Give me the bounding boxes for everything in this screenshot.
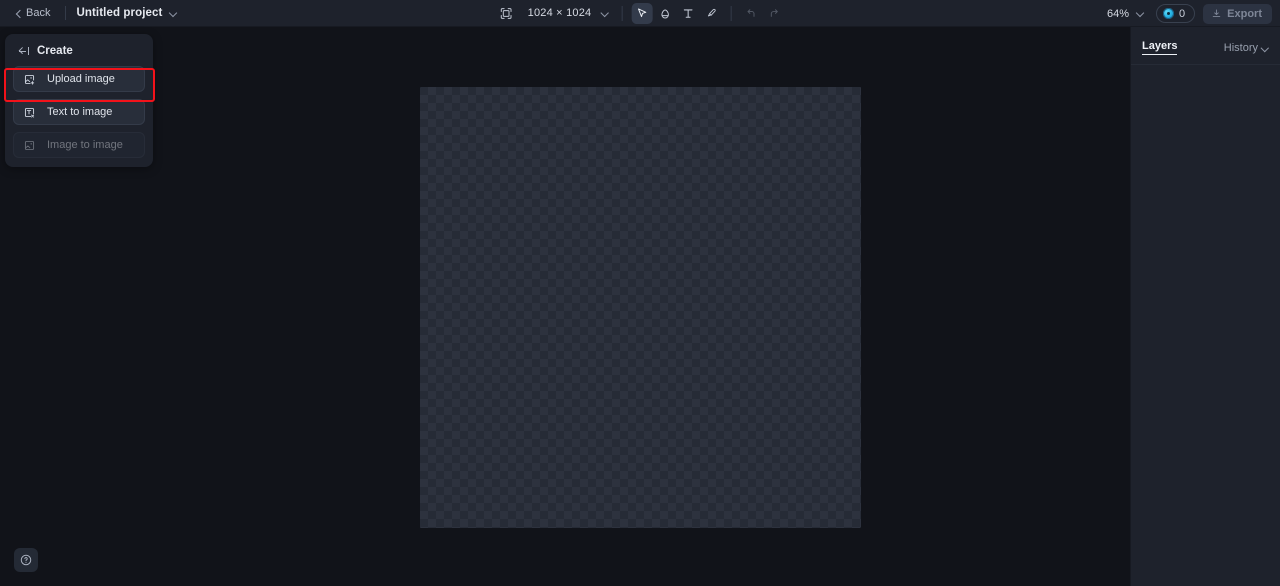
- top-toolbar: Back Untitled project 1024 × 1024 64% 0 …: [0, 0, 1280, 27]
- redo-arrow-icon: [767, 7, 780, 20]
- download-icon: [1211, 8, 1222, 19]
- toolbar-right-group: 64% 0 Export: [1104, 0, 1272, 27]
- canvas-size-chevron-down-icon: [600, 9, 609, 18]
- export-button[interactable]: Export: [1203, 3, 1272, 24]
- text-to-image-icon: [23, 106, 36, 119]
- canvas-size-selector[interactable]: 1024 × 1024: [519, 5, 613, 21]
- create-panel-title: Create: [37, 45, 73, 57]
- cursor-arrow-icon: [635, 7, 648, 20]
- transparent-artboard[interactable]: [420, 87, 861, 528]
- canvas-size-label: 1024 × 1024: [527, 7, 592, 19]
- toolbar-left-group: Back Untitled project: [0, 4, 178, 22]
- toolbar-divider: [730, 5, 732, 21]
- eraser-icon: [658, 7, 671, 20]
- history-chevron-down-icon: [1261, 44, 1269, 52]
- toolbar-divider: [621, 5, 623, 21]
- select-tool-button[interactable]: [631, 2, 653, 24]
- create-item-text-to-image[interactable]: Text to image: [13, 99, 145, 125]
- toolbar-divider: [65, 6, 67, 20]
- chevron-left-icon: [15, 10, 22, 17]
- back-button-label: Back: [26, 7, 51, 19]
- right-panel: Layers History: [1130, 27, 1280, 586]
- artboard-frame-button[interactable]: [496, 3, 517, 24]
- canvas-area[interactable]: [153, 27, 1130, 586]
- project-title: Untitled project: [76, 7, 163, 19]
- help-circle-icon: [19, 553, 33, 567]
- text-t-icon: [681, 7, 694, 20]
- export-button-label: Export: [1227, 7, 1262, 20]
- image-upload-icon: [23, 73, 36, 86]
- create-item-image-to-image[interactable]: Image to image: [13, 132, 145, 158]
- collapse-panel-icon[interactable]: [18, 46, 30, 57]
- create-panel: Create Upload image Text to image Image …: [5, 34, 153, 167]
- back-button[interactable]: Back: [10, 4, 55, 22]
- image-to-image-icon: [23, 139, 36, 152]
- tab-history[interactable]: History: [1224, 42, 1269, 54]
- create-item-upload-image[interactable]: Upload image: [13, 66, 145, 92]
- text-tool-button[interactable]: [677, 3, 698, 24]
- create-item-label: Upload image: [47, 73, 115, 85]
- create-item-label: Image to image: [47, 139, 123, 151]
- paint-brush-icon: [704, 7, 717, 20]
- tab-layers[interactable]: Layers: [1142, 40, 1178, 55]
- right-panel-tabs: Layers History: [1131, 27, 1280, 65]
- credit-token-icon: [1163, 8, 1175, 19]
- help-button[interactable]: [14, 548, 38, 572]
- undo-button[interactable]: [740, 3, 761, 24]
- brush-tool-button[interactable]: [700, 3, 721, 24]
- image-editor-app: Back Untitled project 1024 × 1024 64% 0 …: [0, 0, 1280, 586]
- credits-badge[interactable]: 0: [1156, 4, 1196, 23]
- project-menu-chevron-down-icon[interactable]: [169, 9, 178, 18]
- undo-arrow-icon: [744, 7, 757, 20]
- collapse-arrow-glyph: [18, 47, 25, 54]
- toolbar-center-group: 1024 × 1024: [496, 0, 785, 27]
- create-item-label: Text to image: [47, 106, 113, 118]
- zoom-chevron-down-icon: [1136, 9, 1145, 18]
- zoom-level-label: 64%: [1107, 7, 1130, 20]
- tab-history-label: History: [1223, 41, 1258, 54]
- zoom-selector[interactable]: 64%: [1104, 6, 1148, 22]
- create-panel-header: Create: [13, 42, 145, 66]
- artboard-frame-icon: [500, 7, 513, 20]
- redo-button[interactable]: [763, 3, 784, 24]
- erase-tool-button[interactable]: [654, 3, 675, 24]
- credits-count: 0: [1179, 7, 1186, 20]
